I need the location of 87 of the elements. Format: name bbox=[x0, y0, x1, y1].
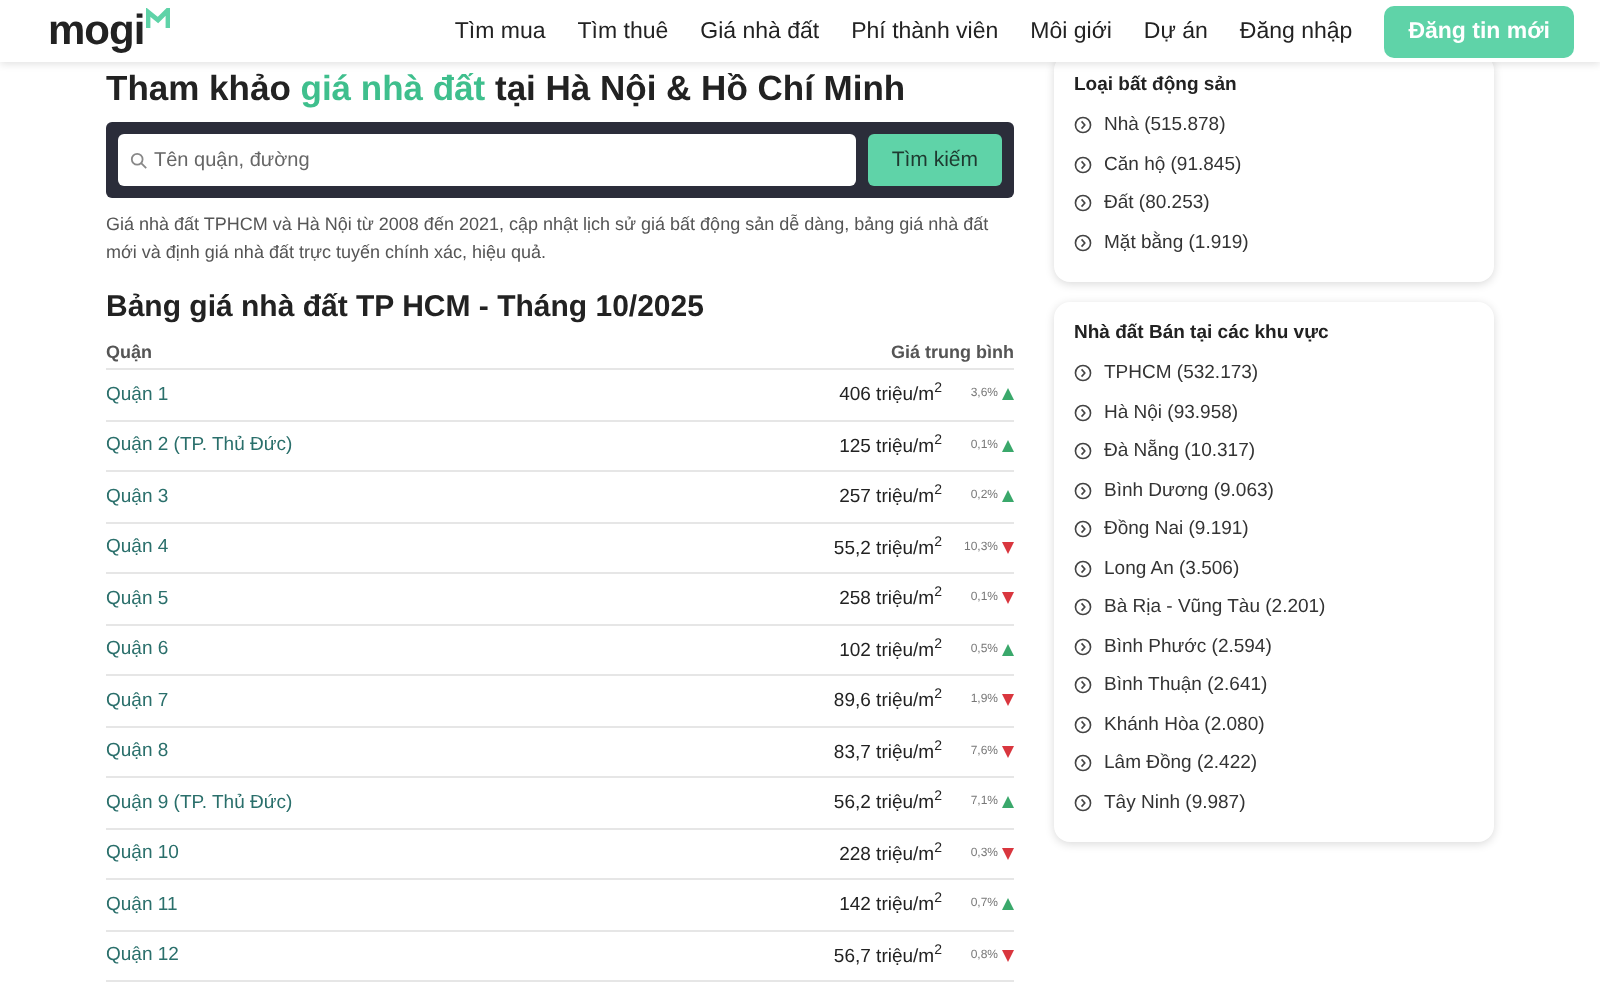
description-text: Giá nhà đất TPHCM và Hà Nội từ 2008 đến 2021, cập nhật lịch sử giá bất động sản dễ dàng, bảng giá nhà đất mới và định giá nhà đất trực tuyến chính xác, hiệu quả. bbox=[106, 212, 991, 266]
category-link[interactable]: Bình Dương (9.063) bbox=[1104, 479, 1274, 502]
average-price: 83,7 triệu/m$^{2}$ bbox=[833, 739, 942, 764]
up-triangle-icon bbox=[1002, 898, 1014, 911]
average-price: 56,2 triệu/m$^{2}$ bbox=[833, 790, 942, 815]
column-header: Quận bbox=[106, 341, 153, 361]
average-price: 55,2 triệu/m$^{2}$ bbox=[833, 535, 942, 560]
average-price: 125 triệu/m$^{2}$ bbox=[839, 433, 942, 458]
search-button[interactable]: Tìm kiếm bbox=[867, 134, 1002, 186]
category-link[interactable]: Đà Nẵng (10.317) bbox=[1104, 440, 1256, 463]
card-title: Nhà đất Bán tại các khu vực bbox=[1074, 322, 1331, 344]
nav-link[interactable]: Tìm thuê bbox=[561, 19, 685, 43]
category-link[interactable]: TPHCM (532.173) bbox=[1104, 362, 1259, 385]
chevron-circle-icon bbox=[1074, 598, 1092, 617]
chevron-circle-icon bbox=[1074, 715, 1092, 734]
category-link[interactable]: Hà Nội (93.958) bbox=[1104, 401, 1239, 424]
chevron-circle-icon bbox=[1074, 194, 1092, 213]
nav-link[interactable]: Đăng nhập bbox=[1223, 19, 1369, 43]
district-link[interactable]: Quận 9 (TP. Thủ Đức) bbox=[106, 791, 293, 814]
district-link[interactable]: Quận 8 bbox=[106, 740, 169, 763]
district-link[interactable]: Quận 2 (TP. Thủ Đức) bbox=[106, 434, 293, 457]
category-link[interactable]: Đồng Nai (9.191) bbox=[1104, 518, 1249, 541]
average-price: 89,6 triệu/m$^{2}$ bbox=[833, 688, 942, 713]
average-price: 142 triệu/m$^{2}$ bbox=[839, 892, 942, 917]
card-title: Loại bất động sản bbox=[1074, 74, 1239, 96]
category-link[interactable]: Khánh Hòa (2.080) bbox=[1104, 713, 1265, 736]
average-price: 102 triệu/m$^{2}$ bbox=[839, 637, 942, 662]
average-price: 406 triệu/m$^{2}$ bbox=[839, 382, 942, 407]
logo-mark-icon bbox=[146, 7, 171, 29]
category-link[interactable]: Căn hộ (91.845) bbox=[1104, 153, 1242, 176]
category-link[interactable]: Long An (3.506) bbox=[1104, 557, 1240, 580]
category-link[interactable]: Mặt bằng (1.919) bbox=[1104, 231, 1249, 254]
nav-link[interactable]: Dự án bbox=[1127, 19, 1224, 43]
down-triangle-icon bbox=[1002, 847, 1014, 860]
average-price: 258 triệu/m$^{2}$ bbox=[839, 586, 942, 611]
category-link[interactable]: Tây Ninh (9.987) bbox=[1104, 791, 1246, 814]
average-price: 257 triệu/m$^{2}$ bbox=[839, 484, 942, 509]
chevron-circle-icon bbox=[1074, 364, 1092, 383]
chevron-circle-icon bbox=[1074, 637, 1092, 656]
nav-link[interactable]: Phí thành viên bbox=[835, 19, 1015, 43]
district-link[interactable]: Quận 12 bbox=[106, 944, 179, 967]
district-link[interactable]: Quận 5 bbox=[106, 587, 169, 610]
up-triangle-icon bbox=[1002, 439, 1014, 452]
district-link[interactable]: Quận 3 bbox=[106, 485, 169, 508]
chevron-circle-icon bbox=[1074, 155, 1092, 174]
up-triangle-icon bbox=[1002, 490, 1014, 503]
district-link[interactable]: Quận 1 bbox=[106, 383, 169, 406]
category-link[interactable]: Bình Thuận (2.641) bbox=[1104, 674, 1268, 697]
page-heading: Tham khảo giá nhà đất tại Hà Nội & Hồ Chí Minh bbox=[106, 68, 908, 110]
chevron-circle-icon bbox=[1074, 403, 1092, 422]
chevron-circle-icon bbox=[1074, 676, 1092, 695]
down-triangle-icon bbox=[1002, 745, 1014, 758]
category-link[interactable]: Lâm Đồng (2.422) bbox=[1104, 752, 1258, 775]
nav-link[interactable]: Môi giới bbox=[1014, 19, 1128, 43]
down-triangle-icon bbox=[1002, 949, 1014, 962]
nav-link[interactable]: Giá nhà đất bbox=[684, 19, 836, 43]
chevron-circle-icon bbox=[1074, 754, 1092, 773]
chevron-circle-icon bbox=[1074, 520, 1092, 539]
down-triangle-icon bbox=[1002, 694, 1014, 707]
chevron-circle-icon bbox=[1074, 233, 1092, 252]
chevron-circle-icon bbox=[1074, 442, 1092, 461]
search-icon bbox=[130, 152, 148, 170]
average-price: 228 triệu/m$^{2}$ bbox=[839, 841, 942, 866]
table-title: Bảng giá nhà đất TP HCM - Tháng 10/2025 bbox=[106, 290, 706, 324]
down-triangle-icon bbox=[1002, 592, 1014, 605]
search-field[interactable]: Tên quận, đường bbox=[118, 134, 856, 186]
nav-link[interactable]: Tìm mua bbox=[438, 19, 562, 43]
category-link[interactable]: Nhà (515.878) bbox=[1104, 114, 1226, 137]
up-triangle-icon bbox=[1002, 388, 1014, 401]
category-link[interactable]: Bà Rịa - Vũng Tàu (2.201) bbox=[1104, 596, 1326, 619]
chevron-circle-icon bbox=[1074, 559, 1092, 578]
chevron-circle-icon bbox=[1074, 116, 1092, 135]
logo-text[interactable]: mogi bbox=[48, 7, 145, 55]
up-triangle-icon bbox=[1002, 643, 1014, 656]
column-header: Giá trung bình bbox=[891, 341, 1014, 361]
district-link[interactable]: Quận 7 bbox=[106, 689, 169, 712]
category-link[interactable]: Bình Phước (2.594) bbox=[1104, 635, 1272, 658]
up-triangle-icon bbox=[1002, 796, 1014, 809]
average-price: 56,7 triệu/m$^{2}$ bbox=[833, 943, 942, 968]
down-triangle-icon bbox=[1002, 541, 1014, 554]
chevron-circle-icon bbox=[1074, 481, 1092, 500]
district-link[interactable]: Quận 6 bbox=[106, 638, 169, 661]
district-link[interactable]: Quận 11 bbox=[106, 893, 178, 916]
district-link[interactable]: Quận 4 bbox=[106, 536, 169, 559]
category-link[interactable]: Đất (80.253) bbox=[1104, 192, 1210, 215]
chevron-circle-icon bbox=[1074, 793, 1092, 812]
district-link[interactable]: Quận 10 bbox=[106, 842, 179, 865]
